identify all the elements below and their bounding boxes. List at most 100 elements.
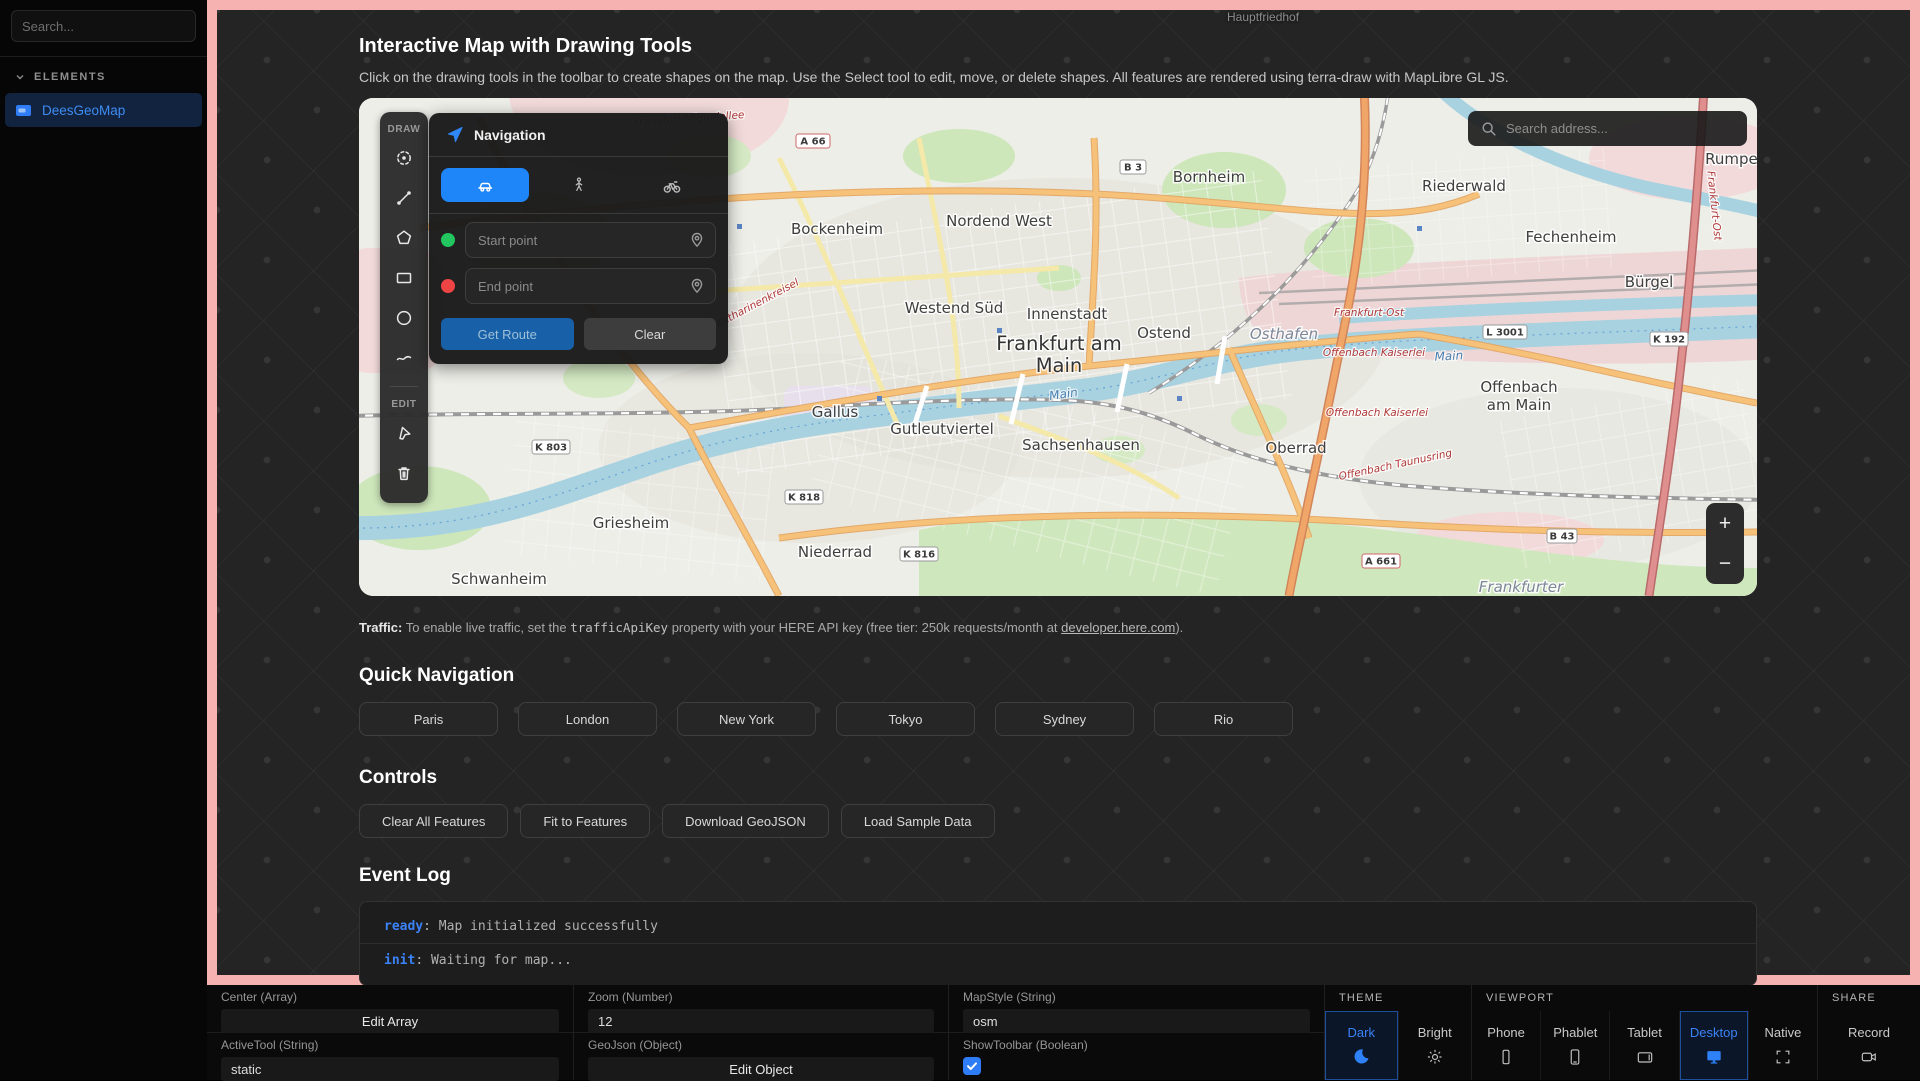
theme-bright-label: Bright [1418, 1025, 1452, 1040]
zoom-in-button[interactable]: + [1706, 503, 1744, 544]
viewport-desktop-button[interactable]: Desktop [1680, 1011, 1749, 1080]
polygon-tool-icon [394, 228, 414, 248]
map-label-buergel: Bürgel [1625, 273, 1674, 291]
end-point-dot [441, 279, 455, 293]
viewport-tablet-label: Tablet [1627, 1025, 1662, 1040]
here-developer-link[interactable]: developer.here.com [1061, 620, 1175, 635]
point-tool-icon [394, 148, 414, 168]
log-entry-message: : Map initialized successfully [423, 919, 658, 934]
active-tool-input[interactable] [221, 1057, 559, 1081]
mode-car-button[interactable] [441, 168, 529, 202]
viewport-phablet-button[interactable]: Phablet [1541, 1011, 1610, 1080]
native-fullscreen-icon [1773, 1047, 1793, 1067]
edit-section-label: EDIT [391, 395, 416, 413]
sidebar-search-input[interactable] [11, 10, 196, 42]
car-icon [474, 176, 496, 194]
viewport-tablet-button[interactable]: Tablet [1610, 1011, 1679, 1080]
walk-icon [570, 176, 588, 194]
load-sample-data-button[interactable]: Load Sample Data [841, 804, 995, 838]
svg-text:K 818: K 818 [788, 493, 820, 504]
road-badge-l3001: L 3001 [1483, 325, 1527, 339]
map-label-niederrad: Niederrad [798, 543, 872, 561]
bike-icon [661, 176, 683, 194]
sidebar-item-deesgeomap[interactable]: DeesGeoMap [5, 93, 202, 127]
prop-label-geojson: GeoJson (Object) [588, 1038, 934, 1052]
address-search-input[interactable] [1506, 121, 1735, 136]
draw-section-label: DRAW [388, 120, 421, 138]
zoom-out-button[interactable]: − [1706, 544, 1744, 585]
svg-text:B 43: B 43 [1549, 532, 1574, 543]
log-entry-key: ready [384, 919, 423, 934]
map-label-gutleutviertel: Gutleutviertel [890, 420, 994, 438]
page-description: Click on the drawing tools in the toolba… [359, 68, 1757, 86]
clear-all-features-button[interactable]: Clear All Features [359, 804, 508, 838]
map-label-city-line1: Frankfurt am [996, 332, 1121, 355]
start-point-dot [441, 233, 455, 247]
point-tool-button[interactable] [380, 138, 428, 178]
map-road-label-kaiserlei: Offenbach Kaiserlei [1323, 347, 1425, 359]
theme-dark-button[interactable]: Dark [1325, 1011, 1399, 1080]
navigation-panel: Navigation [429, 113, 728, 364]
log-entry: ready: Map initialized successfully [360, 910, 1756, 943]
log-entry: init: Waiting for map... [360, 943, 1756, 977]
desktop-icon [1704, 1047, 1724, 1067]
trash-icon [394, 463, 414, 483]
map-style-input[interactable] [963, 1009, 1310, 1033]
svg-text:K 816: K 816 [903, 550, 935, 561]
end-point-input[interactable] [465, 268, 716, 304]
clear-route-button[interactable]: Clear [584, 318, 717, 350]
prop-label-map-style: MapStyle (String) [963, 990, 1310, 1004]
polygon-tool-button[interactable] [380, 218, 428, 258]
road-badge-k192: K 192 [1650, 332, 1688, 346]
edit-array-button[interactable]: Edit Array [221, 1009, 559, 1033]
show-toolbar-checkbox[interactable] [963, 1057, 981, 1075]
traffic-note: Traffic: To enable live traffic, set the… [359, 620, 1757, 636]
mode-bike-button[interactable] [628, 168, 716, 202]
download-geojson-button[interactable]: Download GeoJSON [662, 804, 829, 838]
traffic-api-key-code: trafficApiKey [570, 620, 668, 635]
navigation-arrow-icon [445, 125, 464, 144]
road-badge-b3: B 3 [1120, 160, 1146, 174]
phablet-icon [1565, 1047, 1585, 1067]
line-tool-button[interactable] [380, 178, 428, 218]
map-label-ostend: Ostend [1137, 324, 1191, 342]
rectangle-tool-button[interactable] [380, 258, 428, 298]
city-button-new-york[interactable]: New York [677, 702, 816, 736]
freehand-tool-icon [394, 348, 414, 368]
city-button-sydney[interactable]: Sydney [995, 702, 1134, 736]
city-button-paris[interactable]: Paris [359, 702, 498, 736]
edit-object-button[interactable]: Edit Object [588, 1057, 934, 1081]
map-road-label-frankfurt-ost: Frankfurt-Ost [1334, 307, 1405, 319]
map-label-gallus: Gallus [812, 403, 859, 421]
quick-navigation-title: Quick Navigation [359, 664, 1757, 688]
theme-section-header: THEME [1325, 985, 1471, 1011]
zoom-number-input[interactable] [588, 1009, 934, 1033]
share-record-label: Record [1848, 1025, 1890, 1040]
delete-tool-button[interactable] [380, 453, 428, 493]
mode-walk-button[interactable] [535, 168, 623, 202]
elements-section-header[interactable]: ELEMENTS [0, 57, 207, 91]
start-point-input[interactable] [465, 222, 716, 258]
circle-tool-button[interactable] [380, 298, 428, 338]
viewport-phone-label: Phone [1487, 1025, 1525, 1040]
viewport-native-button[interactable]: Native [1749, 1011, 1817, 1080]
road-badge-k816: K 816 [900, 547, 938, 561]
city-button-rio[interactable]: Rio [1154, 702, 1293, 736]
sidebar-search [11, 10, 196, 42]
theme-bright-button[interactable]: Bright [1399, 1011, 1472, 1080]
viewport-phone-button[interactable]: Phone [1472, 1011, 1541, 1080]
log-entry-key: init [384, 953, 415, 968]
traffic-note-text: ). [1175, 620, 1183, 635]
road-badge-k803: K 803 [532, 440, 570, 454]
freehand-tool-button[interactable] [380, 338, 428, 378]
road-badge-a66: A 66 [796, 134, 830, 148]
city-button-london[interactable]: London [518, 702, 657, 736]
map-label-frankfurter: Frankfurter [1479, 578, 1564, 596]
search-icon [1480, 120, 1498, 138]
map-label-oberrad: Oberrad [1265, 439, 1326, 457]
get-route-button[interactable]: Get Route [441, 318, 574, 350]
fit-to-features-button[interactable]: Fit to Features [520, 804, 650, 838]
select-tool-button[interactable] [380, 413, 428, 453]
share-record-button[interactable]: Record [1818, 1011, 1920, 1080]
city-button-tokyo[interactable]: Tokyo [836, 702, 975, 736]
